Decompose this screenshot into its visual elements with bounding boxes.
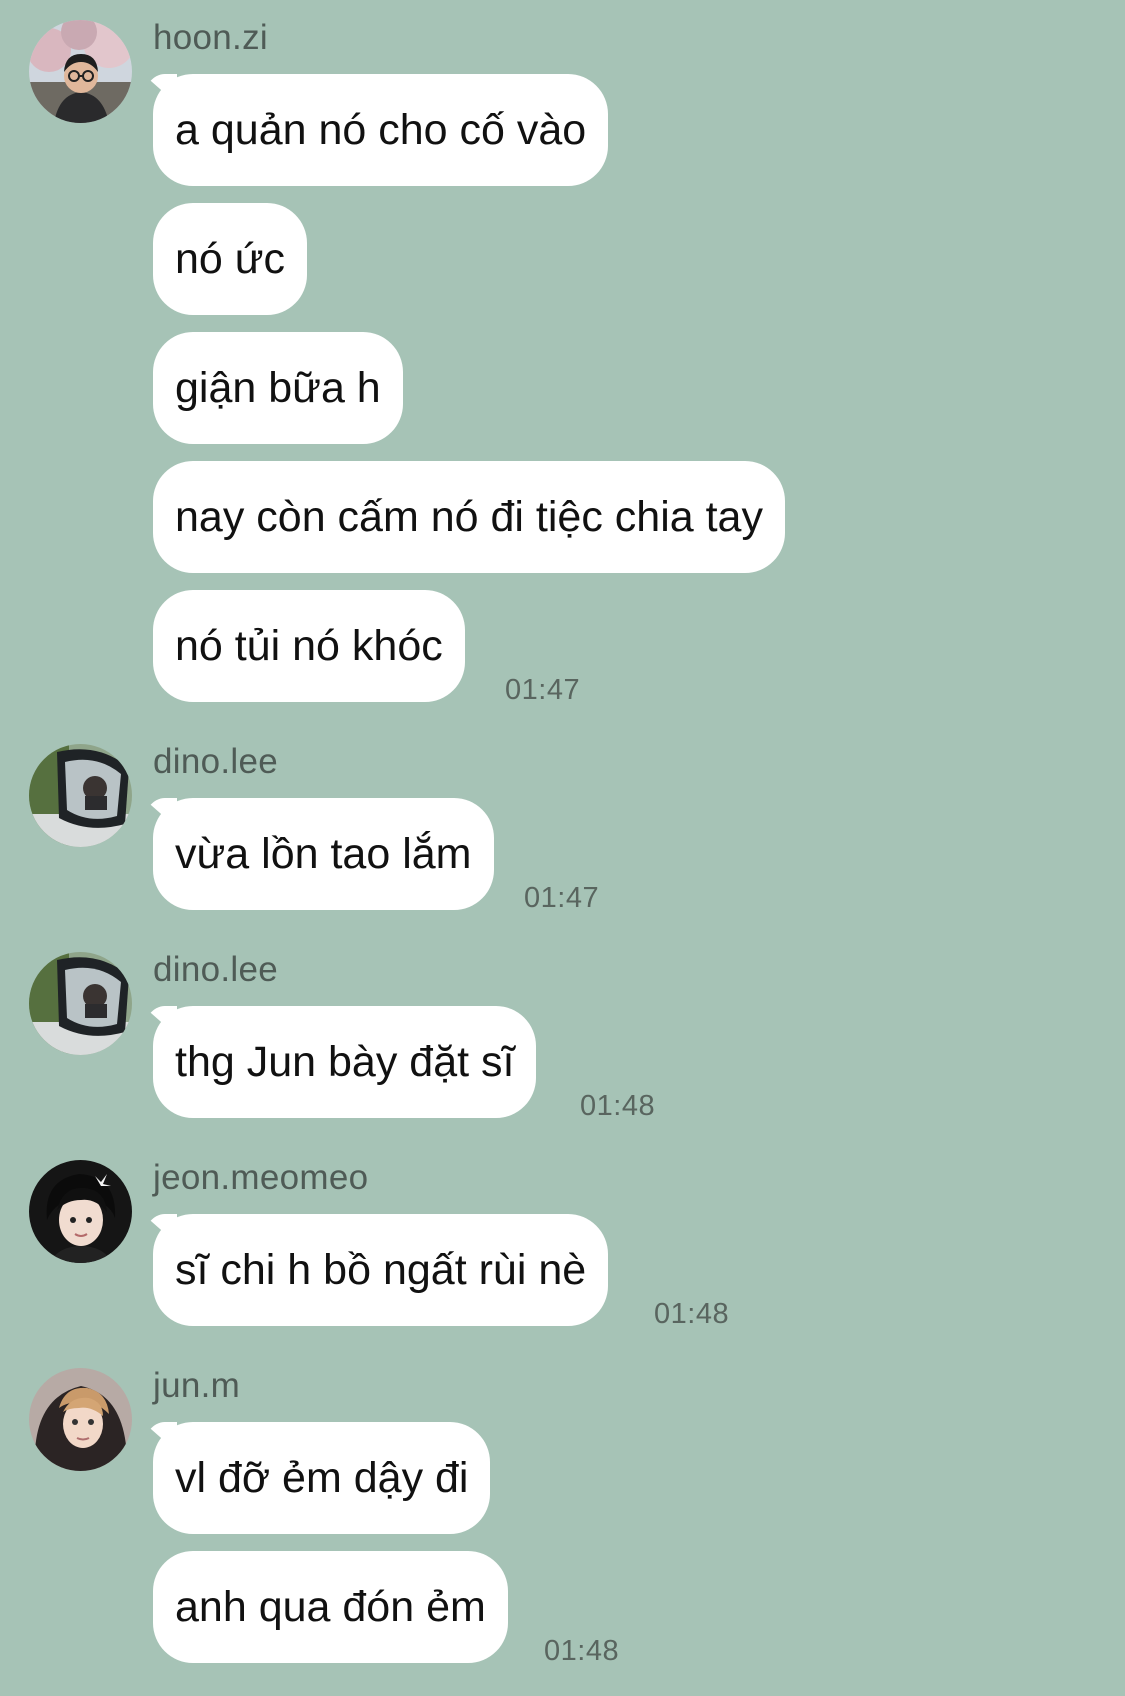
message-bubble[interactable]: a quản nó cho cố vào	[153, 74, 609, 186]
sender-name: hoon.zi	[153, 18, 268, 57]
message-bubble[interactable]: thg Jun bày đặt sĩ	[153, 1006, 537, 1118]
message-bubble[interactable]: vl đỡ ẻm dậy đi	[153, 1422, 491, 1534]
avatar-dino-lee[interactable]	[29, 744, 132, 847]
avatar-hoon-zi[interactable]	[29, 20, 132, 123]
avatar-jun-m[interactable]	[29, 1368, 132, 1471]
message-timestamp: 01:47	[524, 882, 600, 914]
sender-name: jeon.meomeo	[153, 1158, 369, 1197]
avatar-image	[29, 952, 132, 1055]
avatar-image	[29, 1368, 132, 1471]
chat-history[interactable]: hoon.zi a quản nó cho cố vào nó ức giận …	[0, 0, 1125, 1696]
message-timestamp: 01:48	[654, 1298, 730, 1330]
avatar-image	[29, 744, 132, 847]
sender-name: jun.m	[153, 1366, 241, 1405]
avatar-jeon-meomeo[interactable]	[29, 1160, 132, 1263]
message-bubble[interactable]: sĩ chi h bồ ngất rùi nè	[153, 1214, 609, 1326]
message-timestamp: 01:48	[580, 1090, 656, 1122]
avatar-dino-lee[interactable]	[29, 952, 132, 1055]
message-bubble[interactable]: nay còn cấm nó đi tiệc chia tay	[153, 461, 785, 573]
avatar-image	[29, 1160, 132, 1263]
message-bubble[interactable]: vừa lồn tao lắm	[153, 798, 494, 910]
message-bubble[interactable]: nó ức	[153, 203, 308, 315]
message-timestamp: 01:48	[544, 1635, 620, 1667]
message-bubble[interactable]: giận bữa h	[153, 332, 403, 444]
message-timestamp: 01:47	[505, 674, 581, 706]
message-bubble[interactable]: nó tủi nó khóc	[153, 590, 465, 702]
sender-name: dino.lee	[153, 950, 279, 989]
sender-name: dino.lee	[153, 742, 279, 781]
avatar-image	[29, 20, 132, 123]
message-bubble[interactable]: anh qua đón ẻm	[153, 1551, 508, 1663]
